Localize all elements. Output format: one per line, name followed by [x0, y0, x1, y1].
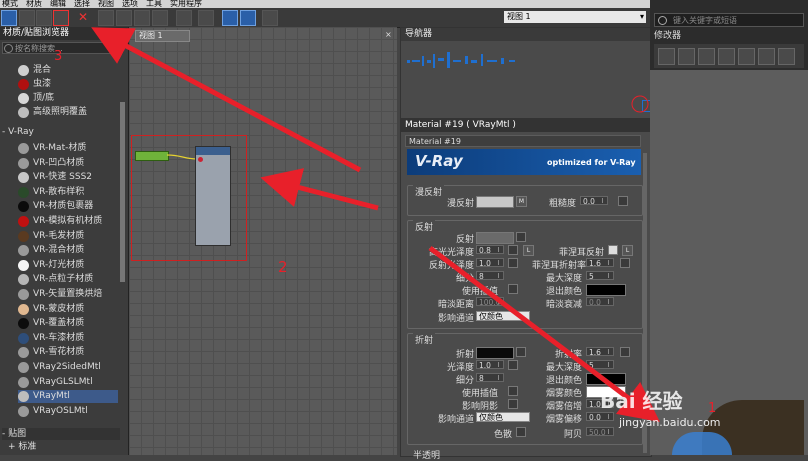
watermark-url: jingyan.baidu.com — [619, 416, 721, 429]
annotation-number-3: 3 — [54, 49, 62, 64]
annotation-arrow-2 — [260, 168, 379, 211]
annotation-overlay: 3 2 1 — [54, 27, 716, 423]
navigator-highlight — [631, 95, 649, 113]
annotation-number-2: 2 — [278, 258, 288, 276]
annotation-arrow-3 — [91, 27, 362, 173]
annotation-number-1: 1 — [708, 401, 716, 416]
watermark-logo: Bai 经验 — [600, 389, 683, 413]
